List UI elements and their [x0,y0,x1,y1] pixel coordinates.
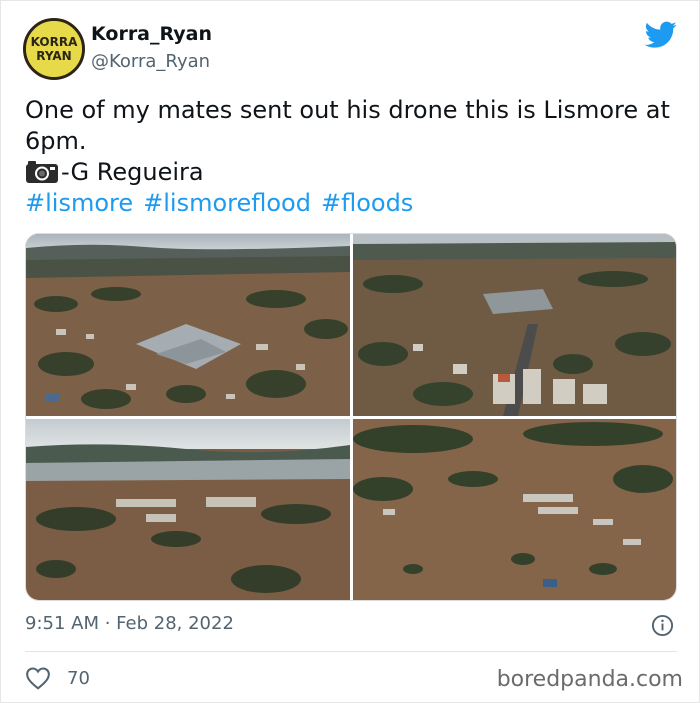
display-name[interactable]: Korra_Ryan [91,23,212,45]
flood-photo-3[interactable] [26,419,350,600]
divider [25,651,677,652]
info-icon[interactable] [651,614,674,637]
media-grid [25,233,677,601]
tweet-text: One of my mates sent out his drone this … [25,95,685,219]
flood-photo-1[interactable] [26,234,350,416]
twitter-bird-icon[interactable] [645,21,677,49]
flood-photo-2[interactable] [353,234,676,416]
like-count: 70 [67,667,90,689]
svg-text:RYAN: RYAN [36,49,71,63]
photo-credit-text: -G Regueira [61,158,204,186]
hashtag-link[interactable]: #floods [321,189,413,217]
flood-photo-4[interactable] [353,419,676,600]
hashtags: #lismore #lismoreflood #floods [25,188,685,219]
tweet-card: KORRA RYAN Korra_Ryan @Korra_Ryan One of… [0,0,700,703]
hashtag-link[interactable]: #lismore [25,189,133,217]
hashtag-link[interactable]: #lismoreflood [143,189,311,217]
heart-icon[interactable] [25,666,51,690]
like-action[interactable]: 70 [25,665,90,691]
camera-icon [26,161,58,183]
tweet-timestamp[interactable]: 9:51 AM · Feb 28, 2022 [25,613,234,634]
tweet-text-line: One of my mates sent out his drone this … [25,96,670,155]
photo-credit: -G Regueira [25,157,685,188]
avatar[interactable]: KORRA RYAN [23,18,85,80]
user-handle[interactable]: @Korra_Ryan [91,51,210,72]
avatar-logo: KORRA RYAN [26,21,82,77]
svg-text:KORRA: KORRA [31,35,78,49]
watermark: boredpanda.com [496,667,683,692]
